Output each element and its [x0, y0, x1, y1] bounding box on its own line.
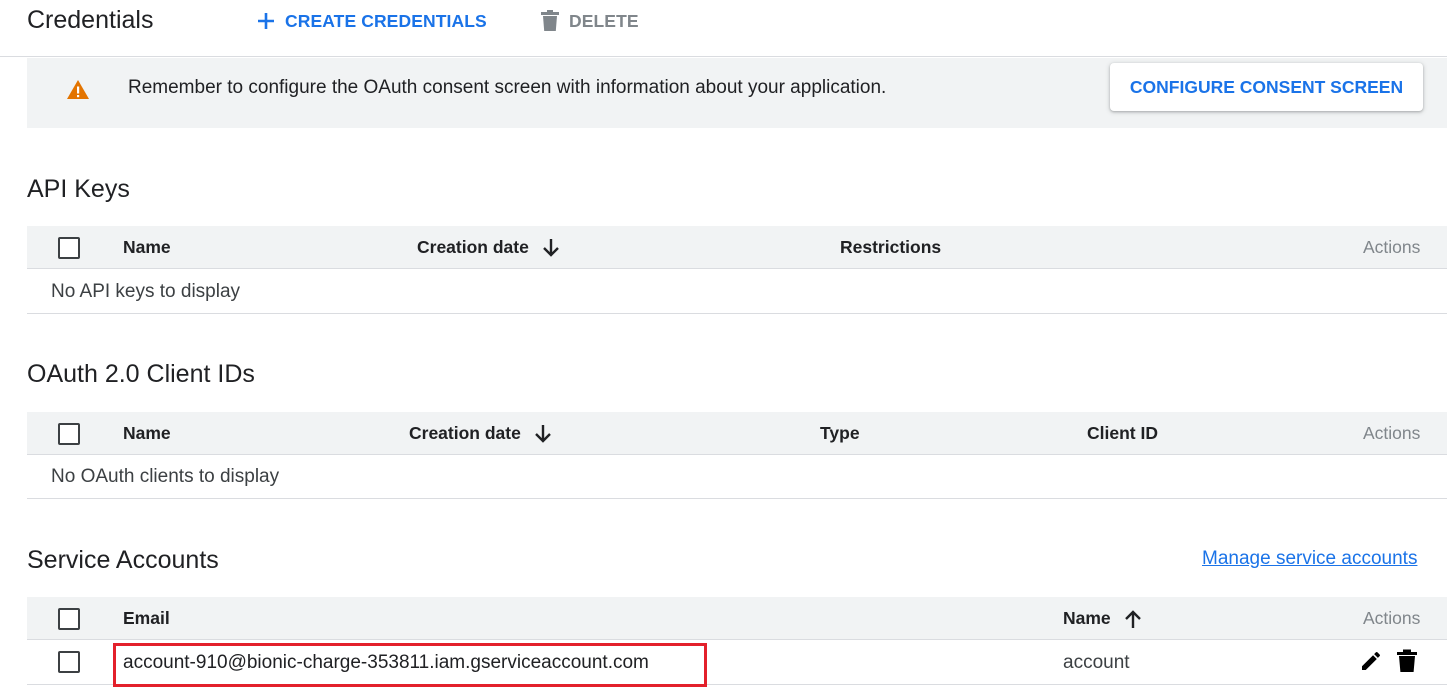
api-keys-empty-row: No API keys to display: [27, 270, 1447, 314]
manage-service-accounts-link[interactable]: Manage service accounts: [1202, 548, 1417, 570]
oauth-title: OAuth 2.0 Client IDs: [27, 360, 255, 388]
table-row: account-910@bionic-charge-353811.iam.gse…: [27, 641, 1447, 687]
column-creation-date-label: Creation date: [409, 423, 521, 443]
column-type[interactable]: Type: [820, 423, 860, 444]
create-credentials-label: CREATE CREDENTIALS: [285, 10, 487, 31]
create-credentials-button[interactable]: CREATE CREDENTIALS: [256, 10, 487, 32]
column-client-id[interactable]: Client ID: [1087, 423, 1158, 444]
oauth-table-header: Name Creation date Type Client ID Action…: [27, 412, 1447, 455]
page-title: Credentials: [27, 6, 154, 34]
column-email[interactable]: Email: [123, 608, 170, 629]
column-creation-date[interactable]: Creation date: [417, 237, 561, 258]
column-actions: Actions: [1363, 608, 1421, 628]
row-checkbox[interactable]: [58, 651, 80, 673]
api-keys-title: API Keys: [27, 175, 130, 203]
column-creation-date-label: Creation date: [417, 237, 529, 257]
service-accounts-table-header: Email Name Actions: [27, 597, 1447, 640]
column-name-label: Name: [1063, 608, 1111, 628]
service-accounts-title: Service Accounts: [27, 546, 219, 574]
delete-label: DELETE: [569, 10, 639, 31]
column-restrictions[interactable]: Restrictions: [840, 237, 941, 258]
service-accounts-select-all-checkbox[interactable]: [58, 608, 80, 630]
oauth-select-all-checkbox[interactable]: [58, 423, 80, 445]
column-creation-date[interactable]: Creation date: [409, 423, 553, 444]
api-keys-select-all-checkbox[interactable]: [58, 237, 80, 259]
column-actions: Actions: [1363, 423, 1421, 443]
banner-message: Remember to configure the OAuth consent …: [128, 77, 887, 98]
configure-consent-screen-button[interactable]: CONFIGURE CONSENT SCREEN: [1110, 63, 1423, 111]
column-name[interactable]: Name: [123, 423, 171, 444]
oauth-empty-message: No OAuth clients to display: [51, 466, 280, 487]
service-account-email[interactable]: account-910@bionic-charge-353811.iam.gse…: [123, 652, 649, 674]
service-account-name: account: [1063, 652, 1130, 673]
top-bar: Credentials CREATE CREDENTIALS DELETE: [0, 0, 1447, 57]
delete-button[interactable]: DELETE: [540, 10, 639, 32]
trash-icon: [540, 10, 560, 32]
api-keys-table-header: Name Creation date Restrictions Actions: [27, 226, 1447, 269]
warning-icon: [66, 79, 90, 106]
plus-icon: [256, 11, 276, 31]
oauth-empty-row: No OAuth clients to display: [27, 455, 1447, 499]
column-name[interactable]: Name: [123, 237, 171, 258]
arrow-up-icon: [1123, 609, 1143, 629]
delete-icon[interactable]: [1396, 649, 1418, 673]
column-name[interactable]: Name: [1063, 608, 1143, 629]
consent-banner: Remember to configure the OAuth consent …: [27, 58, 1447, 128]
arrow-down-icon: [541, 238, 561, 258]
api-keys-empty-message: No API keys to display: [51, 281, 241, 302]
column-actions: Actions: [1363, 237, 1421, 257]
edit-icon[interactable]: [1359, 649, 1383, 673]
arrow-down-icon: [533, 424, 553, 444]
email-highlight-box: account-910@bionic-charge-353811.iam.gse…: [113, 643, 707, 687]
